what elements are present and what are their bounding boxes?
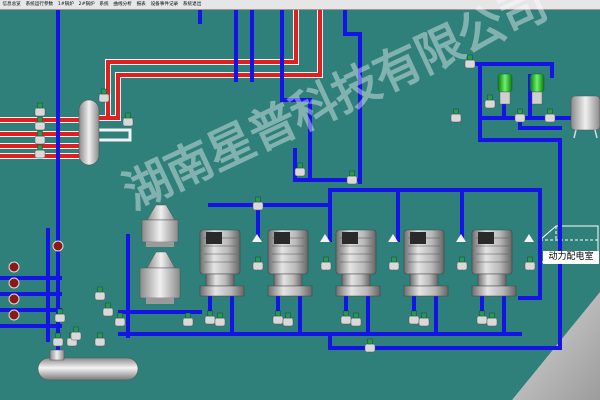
menu-item-boiler-2[interactable]: 2#锅炉 bbox=[76, 0, 97, 9]
storage-tank-icon[interactable] bbox=[570, 95, 600, 139]
valve-icon[interactable] bbox=[252, 196, 264, 211]
pump-icon[interactable] bbox=[471, 229, 534, 297]
valve-icon[interactable] bbox=[102, 302, 114, 317]
valve-icon[interactable] bbox=[252, 256, 264, 271]
gauge-icon[interactable] bbox=[8, 277, 20, 289]
valve-icon[interactable] bbox=[122, 112, 134, 127]
valve-icon[interactable] bbox=[388, 256, 400, 271]
valve-icon[interactable] bbox=[456, 256, 468, 271]
solenoid-valve-icon[interactable] bbox=[497, 73, 513, 105]
valve-icon[interactable] bbox=[450, 108, 462, 123]
solenoid-valve-icon[interactable] bbox=[529, 73, 545, 105]
valve-icon[interactable] bbox=[364, 338, 376, 353]
valve-icon[interactable] bbox=[182, 312, 194, 327]
gauge-icon[interactable] bbox=[8, 293, 20, 305]
valve-icon[interactable] bbox=[544, 108, 556, 123]
valve-icon[interactable] bbox=[94, 286, 106, 301]
valve-icon[interactable] bbox=[484, 94, 496, 109]
process-diagram bbox=[0, 10, 600, 400]
pump-icon[interactable] bbox=[267, 229, 330, 297]
valve-icon[interactable] bbox=[70, 326, 82, 341]
valve-icon[interactable] bbox=[52, 332, 64, 347]
valve-icon[interactable] bbox=[214, 312, 226, 327]
valve-icon[interactable] bbox=[94, 332, 106, 347]
valve-icon[interactable] bbox=[486, 312, 498, 327]
valve-icon[interactable] bbox=[524, 256, 536, 271]
valve-icon[interactable] bbox=[476, 310, 488, 325]
valve-icon[interactable] bbox=[514, 108, 526, 123]
menu-item-boiler-1[interactable]: 1#锅炉 bbox=[56, 0, 77, 9]
pump-row bbox=[199, 229, 534, 297]
valve-icon[interactable] bbox=[34, 102, 46, 117]
pump-icon[interactable] bbox=[335, 229, 398, 297]
water-pipes bbox=[0, 10, 600, 352]
valve-icon[interactable] bbox=[350, 312, 362, 327]
filter-tank-icon-lower[interactable] bbox=[139, 251, 181, 304]
valve-icon[interactable] bbox=[346, 170, 358, 185]
valve-icon[interactable] bbox=[418, 312, 430, 327]
gauge-icon[interactable] bbox=[52, 240, 64, 252]
valve-icon[interactable] bbox=[204, 310, 216, 325]
menu-item-overview[interactable]: 信息总览 bbox=[0, 0, 23, 9]
valve-icon[interactable] bbox=[340, 310, 352, 325]
power-room-label[interactable]: 动力配电室 bbox=[543, 251, 599, 264]
valve-icon[interactable] bbox=[408, 310, 420, 325]
pump-icon[interactable] bbox=[199, 229, 262, 297]
menu-item-reports[interactable]: 报表 bbox=[134, 0, 148, 9]
menu-item-curves[interactable]: 曲线分析 bbox=[111, 0, 134, 9]
menu-item-exit[interactable]: 系统退出 bbox=[181, 0, 204, 9]
menu-item-run-params[interactable]: 系统运行参数 bbox=[23, 0, 55, 9]
gauge-icon[interactable] bbox=[8, 261, 20, 273]
valve-icon[interactable] bbox=[320, 256, 332, 271]
deaerator-tank-icon[interactable] bbox=[37, 349, 139, 381]
gauge-icon[interactable] bbox=[8, 309, 20, 321]
scada-window: 信息总览 系统运行参数 1#锅炉 2#锅炉 系统 曲线分析 报表 设备事件记录 … bbox=[0, 0, 600, 400]
pump-icon[interactable] bbox=[403, 229, 466, 297]
menu-item-system[interactable]: 系统 bbox=[97, 0, 111, 9]
steam-header-tank-icon[interactable] bbox=[78, 99, 100, 166]
valve-icon[interactable] bbox=[114, 312, 126, 327]
valve-icon[interactable] bbox=[282, 312, 294, 327]
menu-item-event-log[interactable]: 设备事件记录 bbox=[148, 0, 180, 9]
valve-icon[interactable] bbox=[272, 310, 284, 325]
